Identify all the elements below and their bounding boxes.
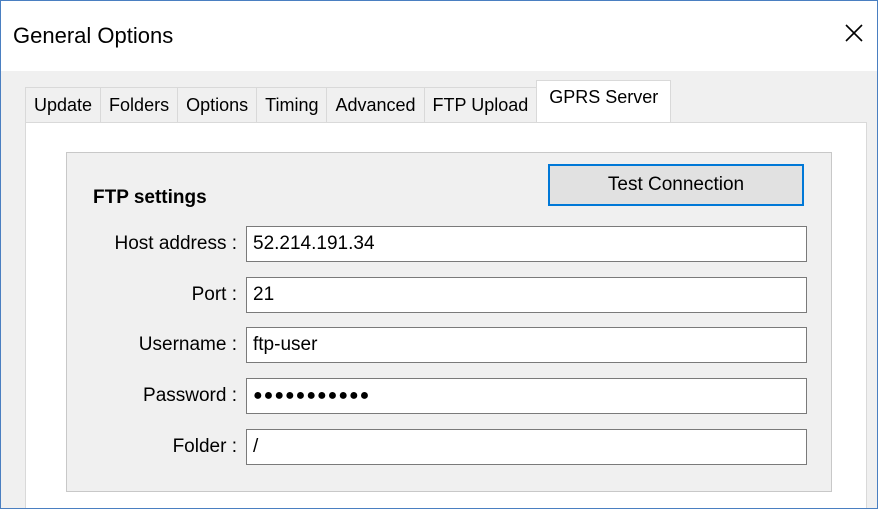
host-address-label: Host address : — [114, 233, 238, 254]
close-button[interactable] — [831, 11, 877, 55]
ftp-settings-group: FTP settings Test Connection Host addres… — [66, 152, 832, 492]
tab-advanced[interactable]: Advanced — [326, 87, 425, 123]
gprs-server-tab-page: FTP settings Test Connection Host addres… — [25, 122, 867, 508]
host-address-row: Host address : 52.214.191.34 — [67, 226, 833, 266]
tab-strip: Update Folders Options Timing Advanced F… — [25, 80, 672, 124]
window-title: General Options — [13, 23, 174, 48]
ftp-settings-title: FTP settings — [93, 187, 207, 208]
general-options-dialog: General Options Update Folders Options T… — [0, 0, 878, 509]
password-row: Password : ●●●●●●●●●●● — [67, 378, 833, 418]
tab-update[interactable]: Update — [25, 87, 102, 123]
title-bar: General Options — [1, 1, 877, 71]
password-field[interactable]: ●●●●●●●●●●● — [246, 378, 807, 414]
folder-field[interactable]: / — [246, 429, 807, 465]
tab-gprs-server[interactable]: GPRS Server — [536, 80, 672, 124]
username-row: Username : ftp-user — [67, 327, 833, 367]
port-label: Port : — [191, 284, 237, 305]
tab-ftp-upload[interactable]: FTP Upload — [423, 87, 538, 123]
password-label: Password : — [143, 385, 237, 406]
tab-timing[interactable]: Timing — [256, 87, 328, 123]
dialog-client-area: Update Folders Options Timing Advanced F… — [1, 71, 877, 508]
tab-options[interactable]: Options — [177, 87, 258, 123]
host-address-field[interactable]: 52.214.191.34 — [246, 226, 807, 262]
close-icon — [845, 24, 863, 42]
folder-row: Folder : / — [67, 429, 833, 469]
username-field[interactable]: ftp-user — [246, 327, 807, 363]
folder-label: Folder : — [172, 436, 237, 457]
port-field[interactable]: 21 — [246, 277, 807, 313]
port-row: Port : 21 — [67, 277, 833, 317]
tab-folders[interactable]: Folders — [100, 87, 179, 123]
test-connection-button[interactable]: Test Connection — [548, 164, 804, 206]
username-label: Username : — [138, 334, 237, 355]
